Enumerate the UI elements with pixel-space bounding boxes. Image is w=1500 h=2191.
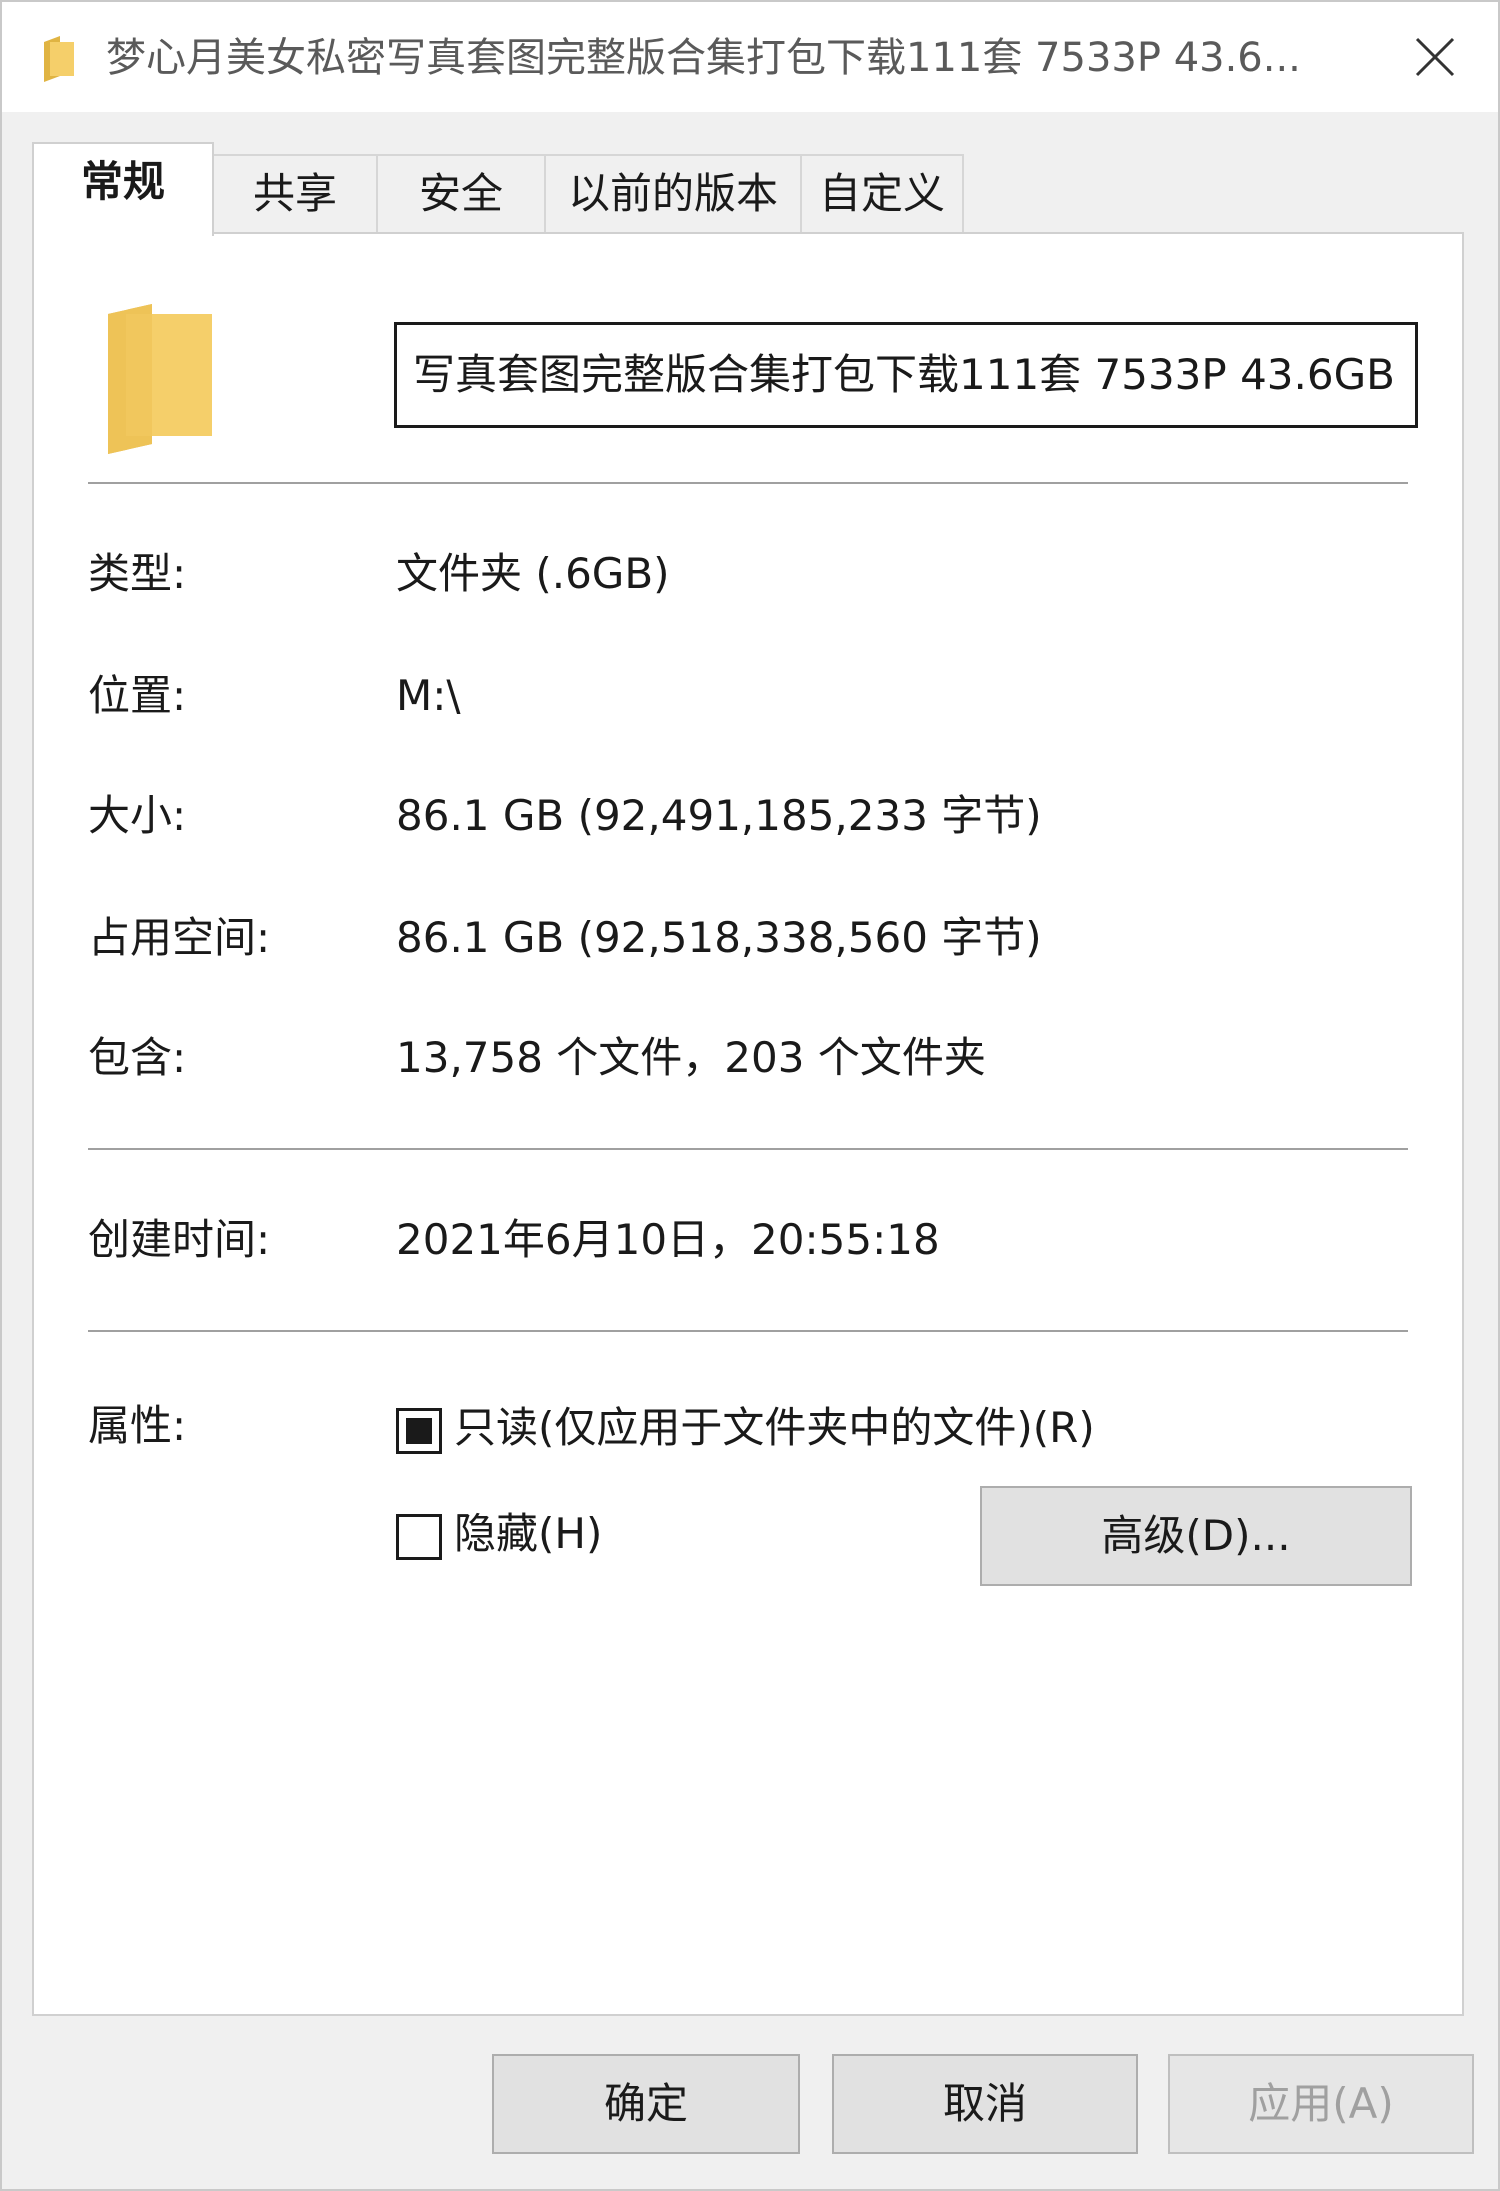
advanced-button[interactable]: 高级(D)... — [980, 1486, 1412, 1586]
tab-security[interactable]: 安全 — [376, 154, 546, 234]
hidden-checkbox[interactable] — [396, 1514, 442, 1560]
properties-window: 梦心月美女私密写真套图完整版合集打包下载111套 7533P 43.6... 常… — [0, 0, 1500, 2191]
tab-previous-versions[interactable]: 以前的版本 — [544, 154, 802, 234]
location-value: M:\ — [396, 671, 461, 720]
divider — [88, 1148, 1408, 1150]
size-label: 大小: — [88, 791, 187, 840]
folder-name-field[interactable]: 写真套图完整版合集打包下载111套 7533P 43.6GB — [394, 322, 1418, 428]
type-value: 文件夹 (.6GB) — [396, 549, 670, 598]
tab-strip: 常规 共享 安全 以前的版本 自定义 — [32, 142, 1472, 236]
readonly-checkbox[interactable] — [396, 1408, 442, 1454]
folder-name-text: 写真套图完整版合集打包下载111套 7533P 43.6GB — [413, 350, 1395, 399]
divider — [88, 482, 1408, 484]
location-label: 位置: — [88, 671, 187, 720]
created-label: 创建时间: — [88, 1215, 271, 1264]
hidden-label[interactable]: 隐藏(H) — [454, 1504, 602, 1564]
tab-customize[interactable]: 自定义 — [800, 154, 964, 234]
created-value: 2021年6月10日，20:55:18 — [396, 1215, 940, 1264]
size-on-disk-label: 占用空间: — [88, 913, 271, 962]
apply-button[interactable]: 应用(A) — [1168, 2054, 1474, 2154]
readonly-label[interactable]: 只读(仅应用于文件夹中的文件)(R) — [454, 1398, 1095, 1458]
contains-label: 包含: — [88, 1033, 187, 1082]
tab-general[interactable]: 常规 — [32, 142, 214, 236]
type-label: 类型: — [88, 549, 187, 598]
contains-value: 13,758 个文件，203 个文件夹 — [396, 1033, 986, 1082]
folder-icon — [108, 304, 212, 454]
attributes-label: 属性: — [88, 1401, 187, 1450]
title-bar: 梦心月美女私密写真套图完整版合集打包下载111套 7533P 43.6... — [2, 2, 1498, 112]
folder-icon — [44, 36, 74, 82]
tab-sharing[interactable]: 共享 — [212, 154, 378, 234]
close-icon — [1415, 37, 1455, 77]
divider — [88, 1330, 1408, 1332]
size-on-disk-value: 86.1 GB (92,518,338,560 字节) — [396, 913, 1042, 962]
size-value: 86.1 GB (92,491,185,233 字节) — [396, 791, 1042, 840]
general-panel: 写真套图完整版合集打包下载111套 7533P 43.6GB 类型: 文件夹 (… — [32, 232, 1464, 2016]
ok-button[interactable]: 确定 — [492, 2054, 800, 2154]
cancel-button[interactable]: 取消 — [832, 2054, 1138, 2154]
close-button[interactable] — [1400, 24, 1470, 90]
window-title: 梦心月美女私密写真套图完整版合集打包下载111套 7533P 43.6... — [106, 35, 1301, 81]
